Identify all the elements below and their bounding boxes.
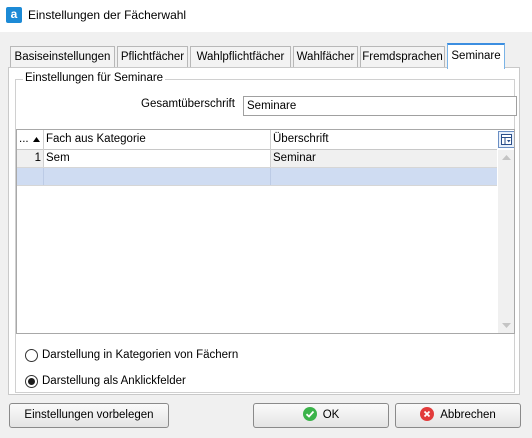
- column-header-rownum[interactable]: ...: [17, 130, 44, 150]
- tab-seminare[interactable]: Seminare: [447, 43, 505, 69]
- table-row[interactable]: 1 Sem Seminar: [17, 150, 497, 168]
- scroll-down-icon: [502, 323, 511, 328]
- grid-header: ... Fach aus Kategorie Überschrift: [17, 130, 497, 150]
- cancel-button[interactable]: Abbrechen: [395, 403, 521, 428]
- grid-scrollbar[interactable]: [498, 150, 514, 333]
- tab-basiseinstellungen[interactable]: Basiseinstellungen: [10, 46, 115, 68]
- column-header-ueberschrift[interactable]: Überschrift: [271, 130, 497, 150]
- row-number: [17, 168, 44, 185]
- radio-display-categories[interactable]: [25, 349, 38, 362]
- scroll-up-button[interactable]: [498, 150, 514, 166]
- title-bar: a Einstellungen der Fächerwahl: [0, 0, 532, 32]
- radio-display-clickfields[interactable]: [25, 375, 38, 388]
- group-legend: Einstellungen für Seminare: [23, 72, 166, 84]
- scroll-up-icon: [502, 155, 511, 160]
- preset-settings-button[interactable]: Einstellungen vorbelegen: [9, 403, 169, 428]
- cell-fach[interactable]: [44, 168, 271, 185]
- column-header-fach[interactable]: Fach aus Kategorie: [44, 130, 271, 150]
- seminar-grid: ... Fach aus Kategorie Überschrift 1 Sem…: [16, 129, 515, 334]
- scroll-down-button[interactable]: [498, 317, 514, 333]
- tab-wahlfaecher[interactable]: Wahlfächer: [293, 46, 358, 68]
- ok-button[interactable]: OK: [253, 403, 389, 428]
- tab-panel-seminare: Einstellungen für Seminare Gesamtübersch…: [8, 67, 520, 395]
- table-row-new[interactable]: [17, 168, 497, 186]
- cell-ueberschrift[interactable]: [271, 168, 497, 185]
- tab-fremdsprachen[interactable]: Fremdsprachen: [360, 46, 445, 68]
- column-chooser-icon: [501, 134, 512, 145]
- tab-pflichtfaecher[interactable]: Pflichtfächer: [117, 46, 188, 68]
- row-number: 1: [17, 150, 44, 167]
- close-icon: [420, 407, 435, 421]
- column-chooser-button[interactable]: [498, 131, 514, 148]
- overall-heading-input[interactable]: [243, 96, 517, 116]
- ok-button-label: OK: [322, 409, 340, 421]
- column-header-rownum-label: ...: [19, 133, 29, 145]
- app-logo-icon: a: [6, 7, 22, 23]
- sort-ascending-icon: [33, 137, 40, 142]
- cancel-button-label: Abbrechen: [440, 409, 496, 421]
- window-title: Einstellungen der Fächerwahl: [28, 8, 187, 22]
- tab-wahlpflichtfaecher[interactable]: Wahlpflichtfächer: [190, 46, 291, 68]
- overall-heading-label: Gesamtüberschrift: [141, 98, 235, 110]
- cell-ueberschrift[interactable]: Seminar: [271, 150, 497, 167]
- checkmark-icon: [302, 407, 317, 421]
- radio-label-clickfields: Darstellung als Anklickfelder: [42, 375, 186, 387]
- cell-fach[interactable]: Sem: [44, 150, 271, 167]
- radio-label-categories: Darstellung in Kategorien von Fächern: [42, 349, 239, 361]
